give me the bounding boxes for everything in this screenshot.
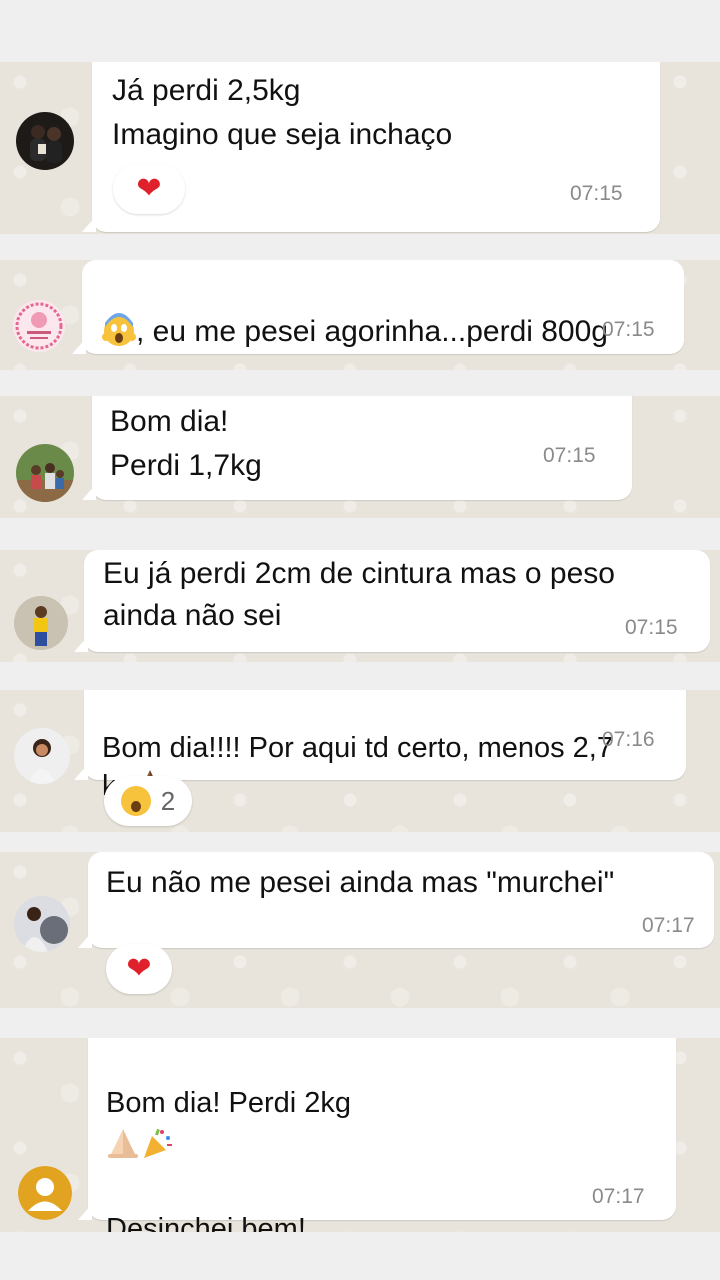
message-time: 07:15 [570, 182, 623, 205]
chat-crop-5: Bom dia!!!! Por aqui td certo, menos 2,7… [0, 690, 720, 832]
sender-avatar[interactable] [13, 300, 65, 352]
scream-face-emoji [102, 313, 136, 346]
chat-crop-4: Eu já perdi 2cm de cintura mas o peso ai… [0, 550, 720, 662]
reaction-count: 2 [160, 785, 176, 816]
message-text: Desinchei bem! Será liberada uma lista d… [106, 1213, 306, 1232]
message-text: Bom dia! Perdi 1,7kg [110, 405, 262, 482]
message-text-block: Bom dia! Perdi 2kg Desinchei bem! Será l… [106, 1040, 562, 1232]
message-bubble[interactable]: , eu me pesei agorinha...perdi 800g 07:1… [72, 260, 684, 354]
reaction-heart[interactable]: ❤ [113, 164, 185, 214]
sender-avatar[interactable] [16, 444, 74, 502]
heart-icon: ❤ [126, 952, 152, 985]
message-time: 07:15 [602, 318, 655, 341]
message-bubble[interactable]: Bom dia! Perdi 2kg Desinchei bem! Será l… [78, 1038, 676, 1232]
chat-crop-7: Bom dia! Perdi 2kg Desinchei bem! Será l… [0, 1038, 720, 1232]
folded-hands-emoji [108, 1129, 138, 1158]
message-text: Eu já perdi 2cm de cintura mas o peso ai… [103, 557, 615, 632]
message-text-line1: Bom dia! Perdi 2kg [106, 1087, 352, 1119]
message-bubble[interactable]: Bom dia!!!! Por aqui td certo, menos 2,7… [74, 690, 686, 802]
sender-avatar[interactable] [14, 596, 68, 650]
message-bubble[interactable]: Eu não me pesei ainda mas "murchei" 07:1… [78, 852, 714, 948]
message-text: Eu não me pesei ainda mas "murchei" [106, 866, 615, 899]
sender-avatar[interactable] [14, 896, 70, 952]
chat-crop-2: , eu me pesei agorinha...perdi 800g 07:1… [0, 260, 720, 370]
message-time: 07:15 [543, 444, 596, 467]
message-bubble[interactable]: Eu já perdi 2cm de cintura mas o peso ai… [74, 550, 710, 652]
sender-avatar[interactable] [16, 112, 74, 170]
message-bubble[interactable]: Bom dia! Perdi 1,7kg 07:15 [82, 396, 632, 500]
surprised-face-icon [120, 786, 151, 816]
message-text-line: , eu me pesei agorinha...perdi 800g [102, 266, 608, 354]
reaction-surprised[interactable]: 2 [104, 776, 192, 826]
default-avatar-icon[interactable] [18, 1166, 72, 1220]
message-text: Já perdi 2,5kg Imagino que seja inchaço [112, 74, 453, 151]
chat-crop-3: Bom dia! Perdi 1,7kg 07:15 [0, 396, 720, 518]
message-time: 07:17 [642, 914, 695, 937]
sender-avatar[interactable] [14, 728, 70, 784]
message-time: 07:17 [592, 1185, 645, 1208]
heart-icon: ❤ [136, 172, 162, 205]
message-text: , eu me pesei agorinha...perdi 800g [136, 315, 608, 348]
chat-crop-6: Eu não me pesei ainda mas "murchei" 07:1… [0, 852, 720, 1008]
message-time: 07:15 [625, 616, 678, 639]
party-popper-emoji [144, 1128, 172, 1158]
message-time: 07:16 [602, 728, 655, 751]
chat-crop-1: Já perdi 2,5kg Imagino que seja inchaço … [0, 62, 720, 234]
reaction-heart[interactable]: ❤ [106, 944, 172, 994]
